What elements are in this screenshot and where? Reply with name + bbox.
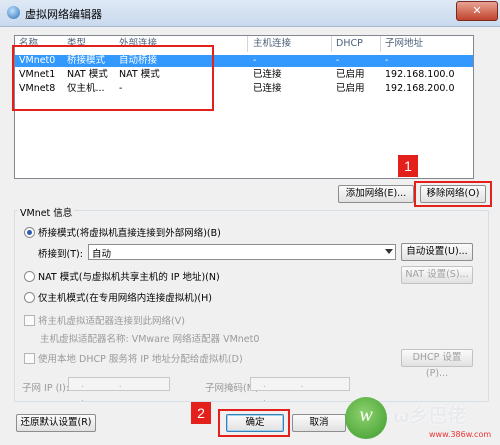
window-title: 虚拟网络编辑器: [25, 8, 102, 21]
connect-adapter-checkbox[interactable]: [24, 315, 35, 326]
cancel-button[interactable]: 取消: [292, 414, 346, 432]
annotation-badge-2: 2: [191, 402, 211, 424]
annotation-highlight-rows: [12, 45, 214, 111]
nat-settings-button[interactable]: NAT 设置(S)...: [401, 266, 473, 284]
cell-host: 已连接: [253, 69, 282, 80]
bridged-to-select[interactable]: 自动: [88, 244, 396, 260]
column-header-host[interactable]: 主机连接: [253, 36, 291, 52]
chevron-down-icon: [385, 249, 393, 254]
subnet-ip-input[interactable]: . . .: [68, 377, 170, 404]
restore-defaults-button[interactable]: 还原默认设置(R): [16, 414, 96, 432]
watermark-logo: w ω乡巴佬 www.386w.com: [345, 397, 495, 445]
title-bar: 虚拟网络编辑器 ✕: [0, 0, 500, 27]
cell-subnet: 192.168.100.0: [385, 69, 455, 80]
hostonly-label[interactable]: 仅主机模式(在专用网络内连接虚拟机)(H): [38, 290, 212, 304]
nat-label[interactable]: NAT 模式(与虚拟机共享主机的 IP 地址)(N): [38, 269, 220, 283]
annotation-highlight-ok: [218, 409, 290, 437]
add-network-button[interactable]: 添加网络(E)...: [338, 185, 414, 203]
radio-selected-dot: [27, 230, 32, 235]
bridged-label[interactable]: 桥接模式(将虚拟机直接连接到外部网络)(B): [38, 225, 221, 239]
annotation-badge-1: 1: [398, 155, 418, 177]
cell-dhcp: 已启用: [336, 69, 365, 80]
cell-dhcp: 已启用: [336, 83, 365, 94]
bridged-radio[interactable]: [24, 227, 35, 238]
annotation-highlight-remove: [414, 181, 492, 207]
watermark-brand-text: ω乡巴佬: [393, 405, 467, 427]
column-divider: [331, 36, 332, 52]
network-editor-icon: [7, 6, 20, 19]
bridged-to-value: 自动: [92, 249, 112, 260]
column-header-subnet[interactable]: 子网地址: [385, 36, 423, 52]
nat-radio[interactable]: [24, 271, 35, 282]
close-button[interactable]: ✕: [456, 1, 498, 21]
vmnet-info-label: VMnet 信息: [18, 205, 75, 219]
auto-settings-button[interactable]: 自动设置(U)...: [401, 243, 473, 261]
subnet-mask-input[interactable]: . . .: [250, 377, 350, 404]
use-dhcp-checkbox[interactable]: [24, 353, 35, 364]
column-divider: [380, 36, 381, 52]
cell-host: 已连接: [253, 83, 282, 94]
cell-host: -: [253, 55, 257, 66]
watermark-url: www.386w.com: [429, 430, 492, 439]
column-header-dhcp[interactable]: DHCP: [336, 36, 363, 52]
use-dhcp-label[interactable]: 使用本地 DHCP 服务将 IP 地址分配给虚拟机(D): [38, 351, 243, 365]
adapter-name-label: 主机虚拟适配器名称: VMware 网络适配器 VMnet0: [40, 334, 260, 345]
cell-dhcp: -: [336, 55, 340, 66]
cell-subnet: 192.168.200.0: [385, 83, 455, 94]
connect-adapter-label[interactable]: 将主机虚拟适配器连接到此网络(V): [38, 313, 185, 327]
column-divider: [247, 36, 248, 52]
hostonly-radio[interactable]: [24, 292, 35, 303]
bridged-to-label: 桥接到(T):: [38, 249, 83, 260]
subnet-ip-label: 子网 IP (I):: [22, 383, 69, 394]
dhcp-settings-button[interactable]: DHCP 设置(P)...: [401, 349, 473, 379]
watermark-w-glyph: w: [359, 404, 373, 426]
cell-subnet: -: [385, 55, 389, 66]
